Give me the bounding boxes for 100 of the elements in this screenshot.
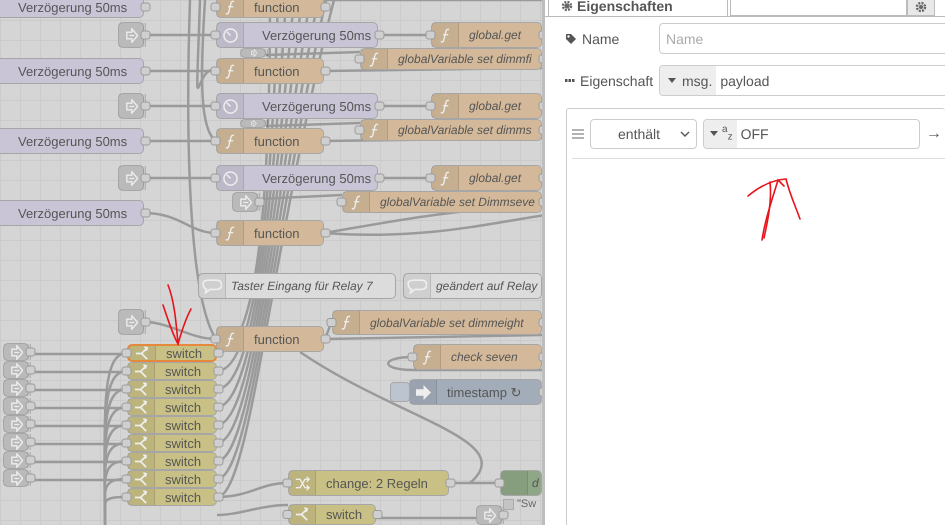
switch-node[interactable]: switch <box>127 344 217 362</box>
switch-node[interactable]: switch <box>127 398 217 416</box>
type-prefix: msg. <box>682 72 712 88</box>
field-label: Eigenschaft <box>580 72 654 88</box>
link-node[interactable] <box>3 379 29 397</box>
property-input-field[interactable]: msg. payload <box>659 65 945 96</box>
port[interactable] <box>426 102 436 110</box>
function-node[interactable]: global.get <box>431 165 542 191</box>
function-node[interactable]: globalVariable set dimmeight <box>332 310 542 335</box>
properties-tab[interactable]: Eigenschaften <box>548 0 728 16</box>
port[interactable] <box>210 102 220 110</box>
port[interactable] <box>140 30 150 40</box>
port[interactable] <box>354 54 364 64</box>
delay-node[interactable]: Verzögerung 50ms <box>0 0 144 18</box>
operator-select[interactable]: enthält <box>590 118 697 148</box>
link-node[interactable] <box>3 397 29 415</box>
fork-icon <box>295 507 309 522</box>
function-node[interactable]: function <box>216 128 324 154</box>
port[interactable] <box>210 174 220 182</box>
link-node[interactable] <box>3 451 29 469</box>
fork-icon <box>134 490 148 504</box>
switch-node[interactable]: switch <box>127 434 217 452</box>
node-label: switch <box>164 364 202 378</box>
port[interactable] <box>140 66 150 76</box>
port[interactable] <box>320 66 330 76</box>
port[interactable] <box>282 478 292 488</box>
link-node[interactable] <box>118 309 144 335</box>
port[interactable] <box>210 136 220 146</box>
function-node[interactable]: function <box>216 220 324 246</box>
drag-handle-icon[interactable] <box>572 128 584 138</box>
link-node[interactable] <box>118 165 144 191</box>
switch-node[interactable]: switch <box>127 362 217 380</box>
comment-node[interactable]: Taster Eingang für Relay 7 <box>198 273 396 299</box>
port[interactable] <box>320 136 330 146</box>
delay-node[interactable]: Verzögerung 50ms <box>216 165 378 191</box>
change-node[interactable]: change: 2 Regeln <box>288 470 449 496</box>
port[interactable] <box>140 102 150 110</box>
link-node[interactable] <box>240 119 266 128</box>
port[interactable] <box>210 30 220 40</box>
port[interactable] <box>372 510 382 519</box>
switch-node[interactable]: switch <box>127 452 217 470</box>
link-node[interactable] <box>232 192 258 212</box>
name-input-field[interactable]: Name <box>659 23 945 54</box>
port[interactable] <box>498 510 508 520</box>
port[interactable] <box>374 30 384 40</box>
node-label: function <box>253 64 300 78</box>
link-node[interactable] <box>240 48 266 58</box>
port[interactable] <box>140 318 150 326</box>
port[interactable] <box>254 198 264 206</box>
function-node[interactable]: function <box>216 58 324 84</box>
port[interactable] <box>374 102 384 110</box>
port[interactable] <box>140 2 150 12</box>
port[interactable] <box>320 228 330 238</box>
link-node[interactable] <box>3 433 29 451</box>
inject-node[interactable]: timestamp ↻ <box>409 379 542 405</box>
delay-node[interactable]: Verzögerung 50ms <box>0 58 144 84</box>
function-node[interactable]: function <box>216 0 324 18</box>
port[interactable] <box>210 2 220 12</box>
port[interactable] <box>426 30 436 40</box>
port[interactable] <box>426 174 436 182</box>
port[interactable] <box>140 208 150 218</box>
port[interactable] <box>320 2 330 12</box>
comment-node[interactable]: geändert auf Relay <box>403 273 542 299</box>
port[interactable] <box>336 198 346 206</box>
port[interactable] <box>140 174 150 182</box>
inject-button[interactable] <box>390 382 410 402</box>
port[interactable] <box>374 174 384 182</box>
function-node[interactable]: globalVariable set dimmfi <box>360 48 542 70</box>
link-node[interactable] <box>3 343 29 361</box>
port[interactable] <box>446 478 456 488</box>
port[interactable] <box>494 478 504 488</box>
link-node[interactable] <box>118 22 144 48</box>
function-node[interactable]: global.get <box>431 93 542 119</box>
delay-node[interactable]: Verzögerung 50ms <box>0 128 144 154</box>
link-node[interactable] <box>118 93 144 119</box>
switch-node[interactable]: switch <box>127 488 217 506</box>
function-node[interactable]: check seven <box>413 344 542 370</box>
link-node[interactable] <box>3 361 29 379</box>
port[interactable] <box>282 510 292 519</box>
switch-node[interactable]: switch <box>127 380 217 398</box>
delay-node[interactable]: Verzögerung 50ms <box>0 200 144 226</box>
delay-node[interactable]: Verzögerung 50ms <box>216 22 378 48</box>
function-node[interactable]: function <box>216 326 324 352</box>
port[interactable] <box>140 136 150 146</box>
switch-node[interactable]: switch <box>127 470 217 488</box>
function-node[interactable]: globalVariable set dimms <box>360 119 542 141</box>
switch-node[interactable]: switch <box>288 504 376 525</box>
port[interactable] <box>354 126 364 134</box>
delay-node[interactable]: Verzögerung 50ms <box>216 93 378 119</box>
link-node[interactable] <box>3 469 29 487</box>
switch-node[interactable]: switch <box>127 416 217 434</box>
link-node[interactable] <box>476 505 502 525</box>
settings-button[interactable] <box>907 0 935 16</box>
link-node[interactable] <box>3 415 29 433</box>
port[interactable] <box>210 66 220 76</box>
function-node[interactable]: global.get <box>431 22 542 48</box>
port[interactable] <box>210 228 220 238</box>
function-node[interactable]: globalVariable set Dimmseve <box>342 191 542 213</box>
debug-node[interactable]: d <box>500 470 542 496</box>
port[interactable] <box>408 352 418 362</box>
